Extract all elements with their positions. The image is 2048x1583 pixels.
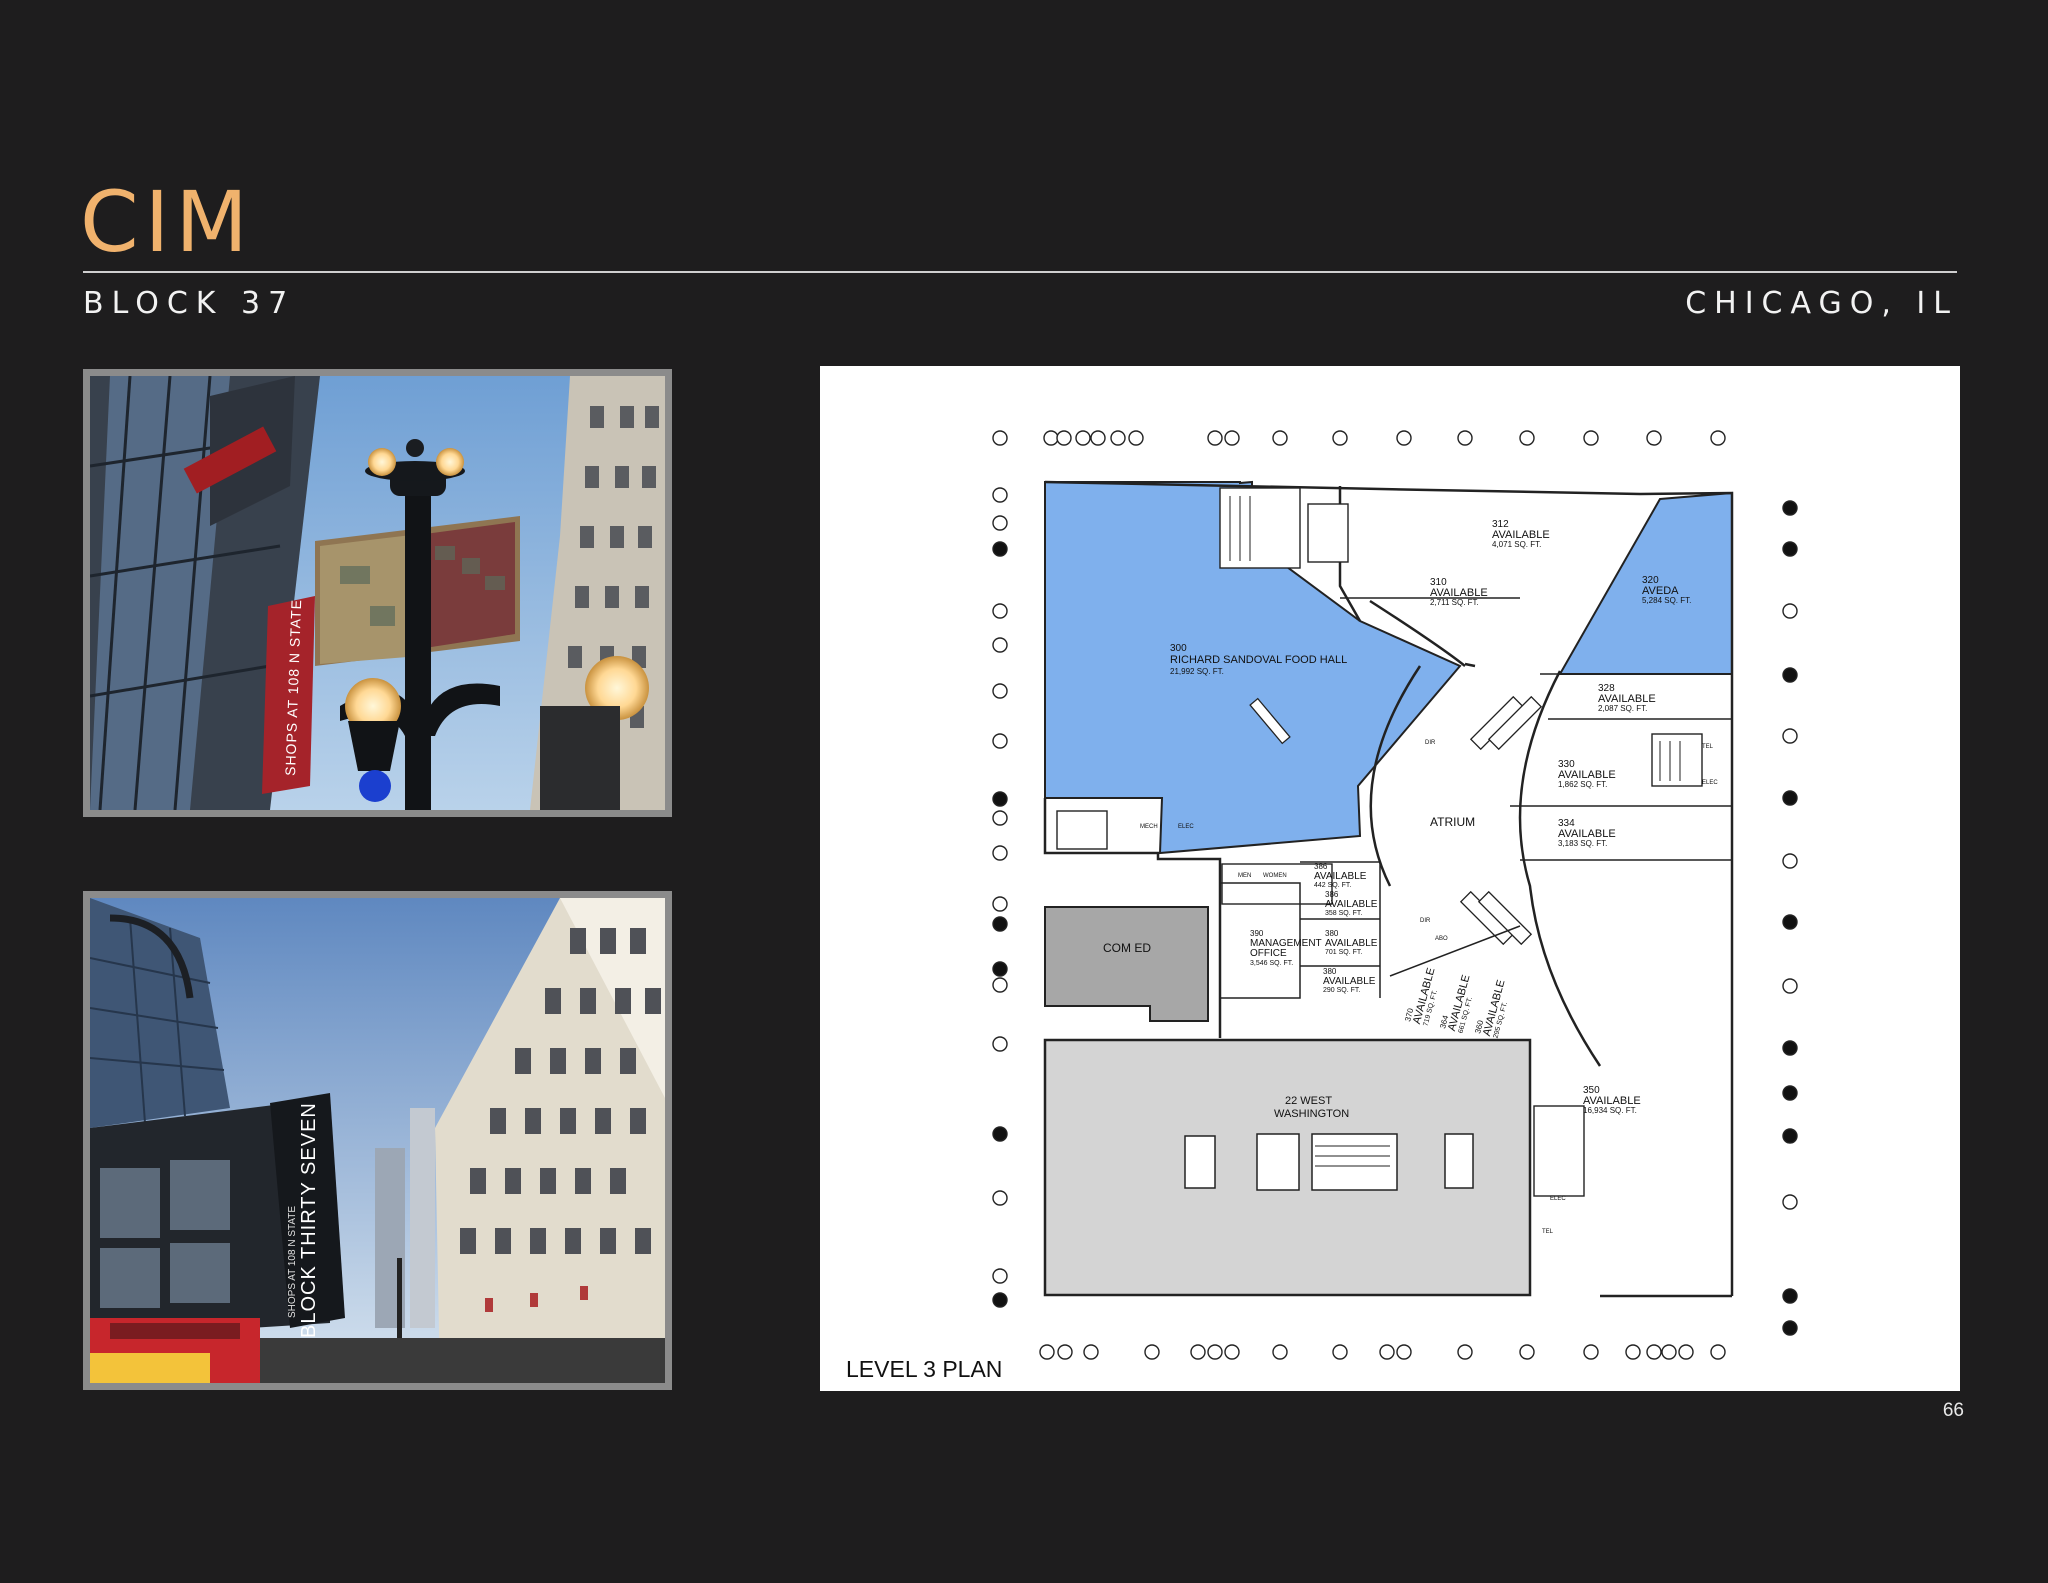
- label-386b-number: 386: [1325, 890, 1339, 899]
- grid-left: [992, 487, 1008, 1308]
- label-dir: DIR: [1425, 740, 1436, 746]
- label-380b-status: AVAILABLE: [1323, 976, 1376, 987]
- property-name: BLOCK 37: [83, 286, 296, 321]
- label-men: MEN: [1238, 873, 1251, 879]
- label-386a-number: 386: [1314, 862, 1328, 871]
- grid-top: [992, 430, 1726, 446]
- label-tel-2: TEL: [1542, 1229, 1554, 1235]
- building-sign-text: BLOCK THIRTY SEVEN: [298, 1102, 320, 1338]
- label-tel: TEL: [1702, 744, 1714, 750]
- label-380b-number: 380: [1323, 967, 1337, 976]
- label-elec: ELEC: [1178, 824, 1194, 830]
- label-300-number: 300: [1170, 643, 1187, 654]
- label-330-area: 1,862 SQ. FT.: [1558, 780, 1607, 789]
- label-380a-number: 380: [1325, 929, 1339, 938]
- street-lamp-image: SHOPS AT 108 N STATE: [90, 376, 665, 810]
- label-mech: MECH: [1140, 824, 1158, 830]
- label-350-area: 16,934 SQ. FT.: [1583, 1106, 1637, 1115]
- floor-plan: 300 RICHARD SANDOVAL FOOD HALL 21,992 SQ…: [820, 366, 1960, 1391]
- label-300-area: 21,992 SQ. FT.: [1170, 667, 1224, 676]
- label-390-area: 3,546 SQ. FT.: [1250, 960, 1293, 967]
- label-women: WOMEN: [1263, 873, 1287, 879]
- grid-right: [1782, 500, 1798, 1336]
- label-380a-status: AVAILABLE: [1325, 938, 1378, 949]
- brand-logo: CIM: [80, 173, 254, 271]
- label-390-number: 390: [1250, 929, 1264, 938]
- page-number: 66: [1942, 1400, 1964, 1421]
- building-sign-subtext: SHOPS AT 108 N STATE: [287, 1206, 298, 1318]
- floor-plan-drawing: 300 RICHARD SANDOVAL FOOD HALL 21,992 SQ…: [992, 430, 1798, 1360]
- label-386b-area: 358 SQ. FT.: [1325, 910, 1362, 917]
- label-380a-area: 701 SQ. FT.: [1325, 949, 1362, 956]
- photo-state-street: BLOCK THIRTY SEVEN SHOPS AT 108 N STATE: [83, 891, 672, 1390]
- label-com-ed: COM ED: [1103, 941, 1151, 955]
- space-com-ed: [1044, 906, 1209, 1022]
- label-386b-status: AVAILABLE: [1325, 899, 1378, 910]
- state-street-image: BLOCK THIRTY SEVEN SHOPS AT 108 N STATE: [90, 898, 665, 1383]
- property-location: CHICAGO, IL: [1685, 286, 1958, 321]
- label-380b-area: 290 SQ. FT.: [1323, 987, 1360, 994]
- label-dir-2: DIR: [1420, 918, 1431, 924]
- label-300-name: RICHARD SANDOVAL FOOD HALL: [1170, 654, 1347, 666]
- label-320-area: 5,284 SQ. FT.: [1642, 596, 1691, 605]
- label-390-name2: OFFICE: [1250, 948, 1287, 959]
- label-328-area: 2,087 SQ. FT.: [1598, 704, 1647, 713]
- label-elec-2: ELEC: [1702, 780, 1718, 786]
- label-312-area: 4,071 SQ. FT.: [1492, 540, 1541, 549]
- label-310-area: 2,711 SQ. FT.: [1430, 598, 1479, 607]
- label-abo: ABO: [1435, 936, 1448, 942]
- label-386a-status: AVAILABLE: [1314, 871, 1367, 882]
- label-22-west-line2: WASHINGTON: [1274, 1108, 1349, 1120]
- plan-title: LEVEL 3 PLAN: [846, 1356, 1003, 1382]
- label-386a-area: 442 SQ. FT.: [1314, 882, 1351, 889]
- label-atrium: ATRIUM: [1430, 815, 1475, 829]
- label-22-west-line1: 22 WEST: [1285, 1095, 1332, 1107]
- photo-street-lamp: SHOPS AT 108 N STATE: [83, 369, 672, 817]
- grid-bottom: [1039, 1344, 1726, 1360]
- header-rule: [83, 271, 1957, 273]
- label-334-area: 3,183 SQ. FT.: [1558, 839, 1607, 848]
- label-elec-3: ELEC: [1550, 1196, 1566, 1202]
